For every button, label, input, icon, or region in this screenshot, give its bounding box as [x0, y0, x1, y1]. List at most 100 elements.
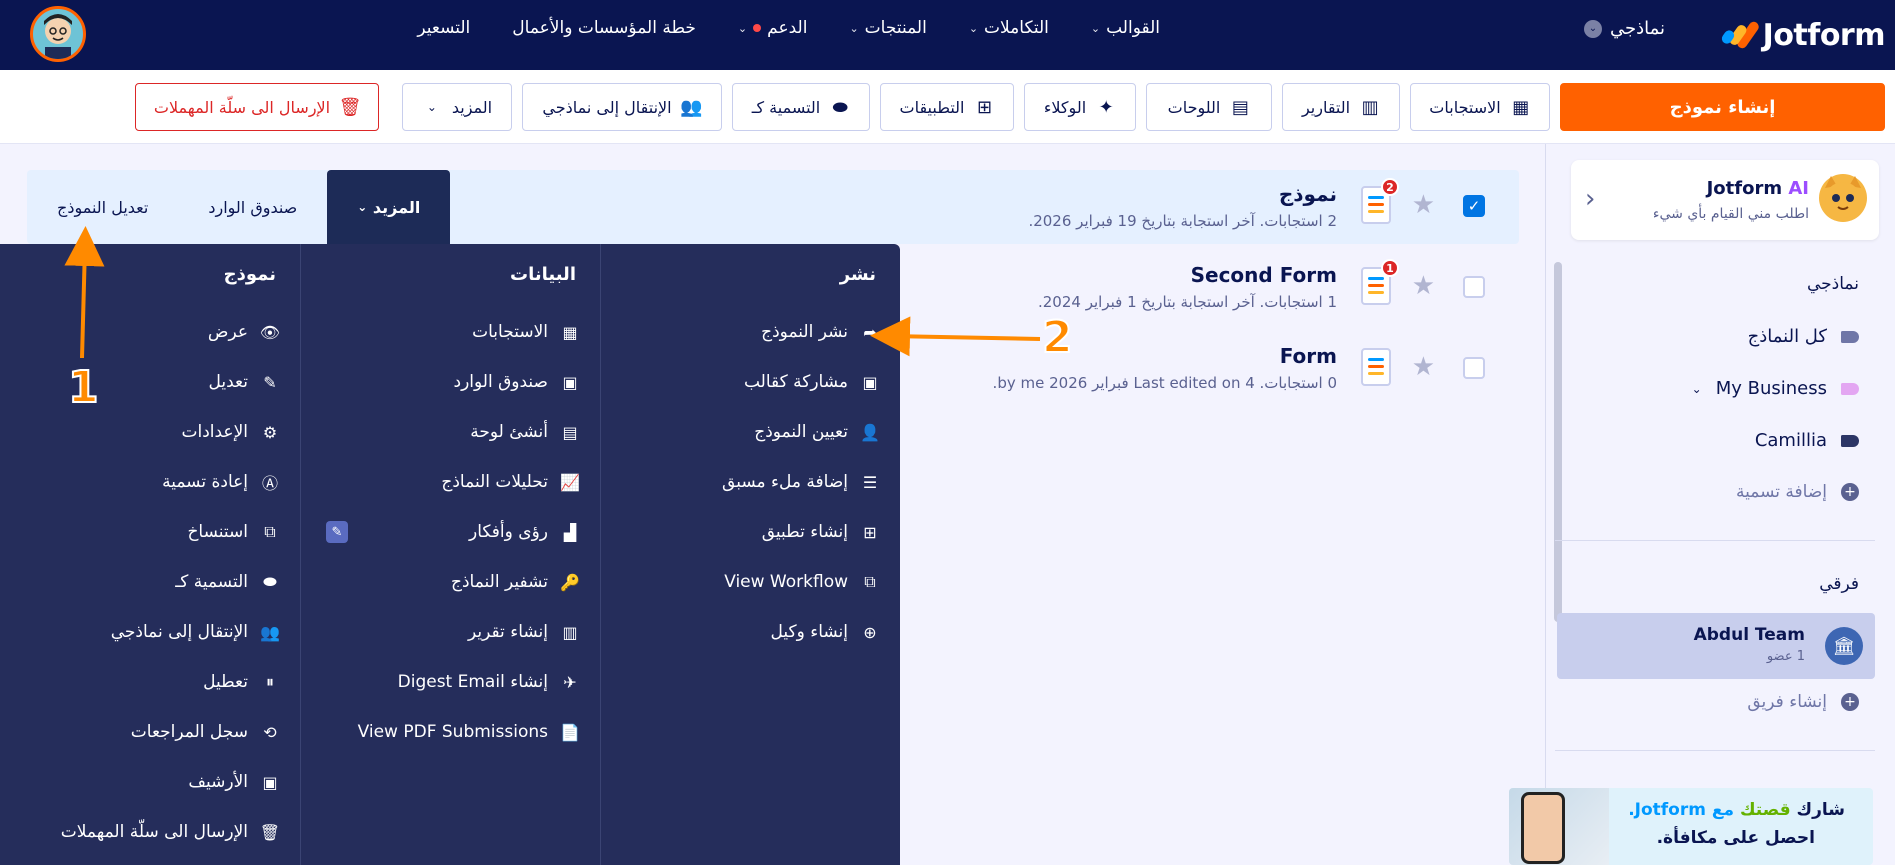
menu-item-clone[interactable]: ⧉ استنساخ	[187, 517, 280, 547]
nav-products[interactable]: المنتجات ⌄	[849, 18, 926, 38]
menu-item-share-template[interactable]: ▣ مشاركة كقالب	[744, 367, 880, 397]
menu-item-label: View Workflow	[724, 572, 848, 592]
menu-item-inbox[interactable]: ▣ صندوق الوارد	[454, 367, 580, 397]
send-plane-icon: ✈	[563, 672, 577, 692]
send-to-trash-button[interactable]: 🗑 الإرسال الى سلّة المهملات	[135, 83, 379, 131]
add-label-button[interactable]: + إضافة تسمية	[1736, 482, 1859, 502]
jotform-logo[interactable]: Jotform	[1719, 12, 1886, 58]
menu-item-create-agent[interactable]: ⊕ إنشاء وكيل	[770, 617, 880, 647]
menu-item-label: نشر النموذج	[761, 322, 848, 342]
agents-button[interactable]: ✦ الوكلاء	[1024, 83, 1136, 131]
nav-enterprise[interactable]: خطة المؤسسات والأعمال	[512, 18, 696, 38]
menu-item-disable[interactable]: ⏸ تعطيل	[203, 667, 280, 697]
promo-line-1: شارك قصتك مع Jotform.	[1628, 800, 1845, 820]
row-checkbox[interactable]: ✓	[1463, 195, 1485, 217]
row-more-tab[interactable]: المزيد ⌄	[327, 170, 451, 244]
ai-title-ai: AI	[1788, 178, 1809, 199]
menu-item-label: مشاركة كقالب	[743, 372, 848, 392]
menu-item-responses[interactable]: ▦ الاستجابات	[472, 317, 580, 347]
trash-icon: 🗑	[338, 96, 362, 118]
menu-item-digest-email[interactable]: ✈ إنشاء Digest Email	[398, 667, 580, 697]
menu-item-edit[interactable]: ✎ تعديل	[209, 367, 280, 397]
jotform-ai-card[interactable]: Jotform AI اطلب مني القيام بأي شيء ‹	[1571, 160, 1879, 240]
menu-item-revision-history[interactable]: ⟲ سجل المراجعات	[131, 717, 280, 747]
responses-button[interactable]: ▦ الاستجابات	[1410, 83, 1550, 131]
more-button[interactable]: المزيد ⌄	[402, 83, 512, 131]
star-icon[interactable]: ★	[1412, 190, 1435, 220]
sidebar-scrollbar[interactable]	[1554, 262, 1562, 622]
menu-item-label: الإعدادات	[181, 422, 248, 442]
move-to-button[interactable]: 👥 الإنتقال إلى نماذجي	[522, 83, 722, 131]
menu-item-label: View PDF Submissions	[357, 722, 548, 742]
agents-label: الوكلاء	[1043, 97, 1087, 117]
row-inbox-tab[interactable]: صندوق الوارد	[178, 170, 327, 244]
nav-pricing[interactable]: التسعير	[417, 18, 470, 38]
create-team-text: إنشاء فريق	[1747, 692, 1827, 712]
menu-item-create-app[interactable]: ⊞ إنشاء تطبيق	[762, 517, 880, 547]
menu-item-label-as[interactable]: ⬬ التسمية كـ	[175, 567, 280, 597]
menu-item-view-workflow[interactable]: ⧉ View Workflow	[724, 567, 880, 597]
users-move-icon: 👥	[680, 96, 703, 118]
menu-item-view[interactable]: 👁 عرض	[208, 317, 280, 347]
menu-item-assign-form[interactable]: 👤 تعيين النموذج	[754, 417, 880, 447]
form-title[interactable]: نموذج	[1279, 182, 1337, 206]
menu-item-create-report[interactable]: ▥ إنشاء تقرير	[468, 617, 580, 647]
cat-face-icon	[1825, 176, 1861, 218]
apps-label: التطبيقات	[899, 97, 965, 117]
chevron-down-icon: ⌄	[357, 200, 368, 214]
apps-button[interactable]: ⊞ التطبيقات	[880, 83, 1014, 131]
menu-item-label: رؤى وأفكار	[469, 522, 548, 542]
boards-label: اللوحات	[1167, 97, 1221, 117]
menu-item-form-encryption[interactable]: 🔑 تشفير النماذج	[451, 567, 580, 597]
my-forms-link[interactable]: نماذجي ⌄	[1583, 18, 1665, 39]
menu-item-create-board[interactable]: ▤ أنشئ لوحة	[470, 417, 580, 447]
menu-item-add-prefill[interactable]: ☰ إضافة ملء مسبق	[722, 467, 880, 497]
star-icon[interactable]: ★	[1412, 271, 1435, 301]
sidebar-item-all-forms[interactable]: كل النماذج	[1748, 326, 1859, 347]
user-avatar[interactable]	[30, 6, 86, 62]
menu-item-label: تحليلات النماذج	[441, 472, 548, 492]
nav-integrations[interactable]: التكاملات ⌄	[969, 18, 1049, 38]
report-plus-icon: ▥	[562, 622, 578, 642]
row-edit-form-tab[interactable]: تعديل النموذج	[27, 170, 178, 244]
menu-item-publish-form[interactable]: ➦ نشر النموذج	[761, 317, 880, 347]
sidebar-item-camillia[interactable]: Camillia	[1755, 430, 1859, 451]
boards-button[interactable]: ▤ اللوحات	[1146, 83, 1272, 131]
create-form-label: إنشاء نموذج	[1669, 96, 1776, 118]
nav-templates[interactable]: القوالب ⌄	[1091, 18, 1160, 38]
menu-item-label: التسمية كـ	[175, 572, 248, 592]
menu-item-settings[interactable]: ⚙ الإعدادات	[181, 417, 280, 447]
form-row[interactable]: ✓ ★ 2 نموذج 2 استجابات. آخر استجابة بتار…	[27, 170, 1519, 244]
team-card[interactable]: 🏛 Abdul Team 1 عضو	[1557, 613, 1875, 679]
menu-item-send-to-trash[interactable]: 🗑 الإرسال الى سلّة المهملات	[61, 817, 280, 847]
row-checkbox[interactable]	[1463, 357, 1485, 379]
app-plus-icon: ⊞	[863, 522, 877, 542]
menu-item-rename[interactable]: Ⓐ إعادة تسمية	[162, 467, 280, 497]
apps-icon: ⊞	[976, 96, 993, 118]
menu-item-move-to[interactable]: 👥 الإنتقال إلى نماذجي	[111, 617, 280, 647]
nav-support[interactable]: الدعم ⌄	[738, 18, 808, 38]
workflow-icon: ⧉	[864, 572, 876, 591]
menu-item-view-pdf[interactable]: 📄 View PDF Submissions	[358, 717, 580, 747]
my-teams-heading: فرقي	[1819, 574, 1859, 594]
chevron-down-icon: ⌄	[849, 21, 859, 35]
form-title[interactable]: Second Form	[1191, 263, 1337, 287]
menu-item-archive[interactable]: ▣ الأرشيف	[188, 767, 280, 797]
sidebar-item-my-business[interactable]: My Business ⌄	[1692, 378, 1859, 399]
menu-item-insights[interactable]: ▟ رؤى وأفكار	[469, 517, 580, 547]
send-to-trash-label: الإرسال الى سلّة المهملات	[153, 97, 331, 117]
menu-item-label: الأرشيف	[188, 772, 248, 792]
label-as-button[interactable]: ⬬ التسمية كـ	[732, 83, 870, 131]
menu-item-form-analytics[interactable]: 📈 تحليلات النماذج	[441, 467, 580, 497]
create-team-button[interactable]: + إنشاء فريق	[1747, 692, 1859, 712]
row-checkbox[interactable]	[1463, 276, 1485, 298]
promo-banner[interactable]: شارك قصتك مع Jotform. احصل على مكافأة.	[1509, 788, 1873, 865]
form-title[interactable]: Form	[1280, 344, 1337, 368]
reports-button[interactable]: ▥ التقارير	[1282, 83, 1400, 131]
chevron-left-icon[interactable]: ‹	[1585, 184, 1595, 214]
column-divider	[300, 244, 301, 865]
star-icon[interactable]: ★	[1412, 352, 1435, 382]
create-form-button[interactable]: إنشاء نموذج	[1560, 83, 1885, 131]
responses-label: الاستجابات	[1429, 97, 1501, 117]
chevron-down-icon: ⌄	[1090, 21, 1101, 35]
